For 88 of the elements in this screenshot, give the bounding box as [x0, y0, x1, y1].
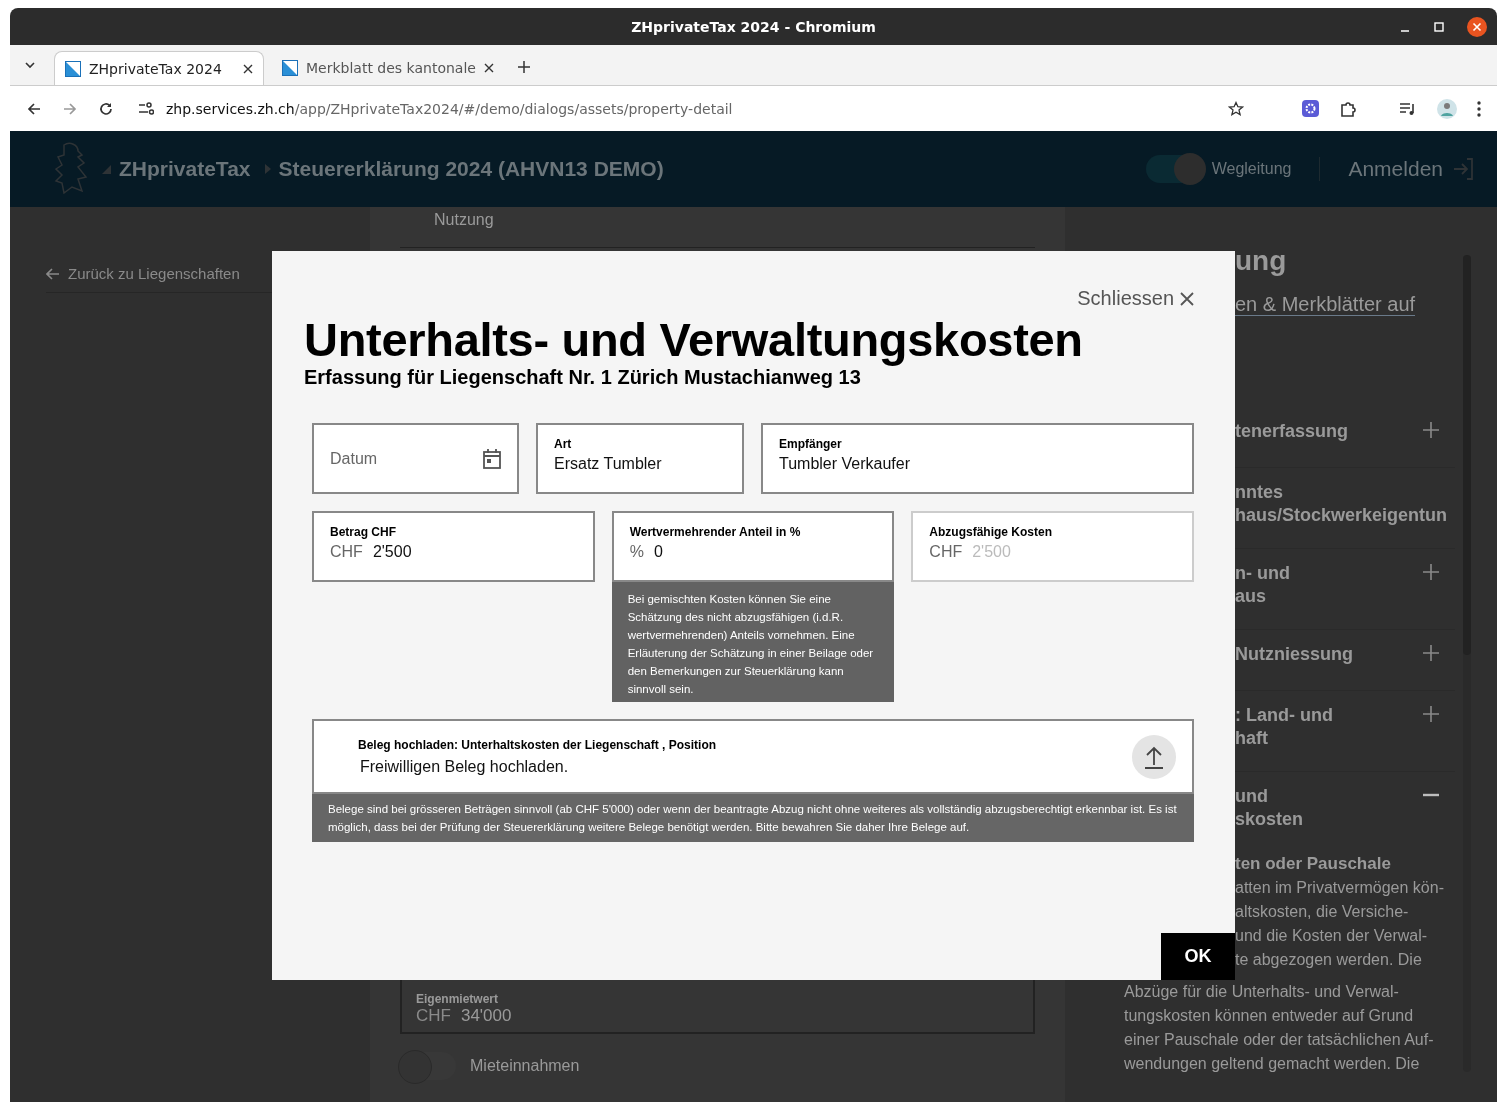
- upload-field[interactable]: Beleg hochladen: Unterhaltskosten der Liegenschaft , Position Freiwilligen Beleg hochladen.: [312, 719, 1194, 794]
- close-icon[interactable]: [483, 63, 494, 73]
- unit-prefix: %: [629, 543, 644, 560]
- tab-title: Merkblatt des kantonale: [306, 60, 476, 76]
- browser-tab[interactable]: Merkblatt des kantonale: [272, 51, 504, 85]
- ok-button[interactable]: OK: [1161, 933, 1235, 980]
- plus-icon[interactable]: [1423, 706, 1439, 722]
- url-path: /app/ZHprivateTax2024/#/demo/dialogs/assets/property-detail: [294, 100, 733, 117]
- back-icon[interactable]: [26, 100, 42, 117]
- favicon-icon: [282, 60, 298, 76]
- accordion-title: und skosten: [1235, 785, 1304, 831]
- avatar-icon[interactable]: [1437, 98, 1457, 119]
- accordion-title: nntes haus/Stockwerkeigentun: [1235, 481, 1448, 527]
- breadcrumb[interactable]: Steuererklärung 2024 (AHVN13 DEMO): [278, 157, 664, 181]
- toggle-label: Wegleitung: [1211, 160, 1292, 178]
- calendar-icon[interactable]: [483, 448, 501, 469]
- field-value: 34'000: [460, 1006, 512, 1025]
- field-label: Beleg hochladen: Unterhaltskosten der Liegenschaft , Position: [358, 737, 717, 752]
- hint-text: Bei gemischten Kosten können Sie eine Schätzung des nicht abzugsfähigen (i.d.R. wertvermehrenden) Anteils vornehmen. Eine Erläuterung der Schätzung in einer Beilage oder den Bemerkungen zur Steuerklärung kann sinnvoll sein.: [611, 582, 895, 702]
- forward-icon[interactable]: [62, 100, 78, 117]
- reload-icon[interactable]: [98, 100, 114, 117]
- caret-icon: [102, 164, 111, 174]
- section-label: Nutzung: [433, 211, 495, 229]
- upload-icon[interactable]: [1132, 734, 1176, 779]
- body-heading: ten oder Pauschale: [1235, 853, 1392, 875]
- accordion-title: Nutzniessung: [1235, 643, 1353, 666]
- url-host: zhp.services.zh.ch: [166, 100, 295, 117]
- address-field[interactable]: zhp.services.zh.ch/app/ZHprivateTax2024/#/demo/dialogs/assets/property-detail: [134, 91, 1258, 126]
- field-value: 2'500: [972, 543, 1011, 560]
- login-link[interactable]: Anmelden: [1348, 157, 1443, 181]
- accordion-item[interactable]: und skosten: [1235, 772, 1455, 852]
- text-fragment: atten im Privatvermögen kön-: [1235, 878, 1445, 898]
- text-fragment: te abgezogen werden. Die: [1235, 950, 1423, 970]
- chevron-down-icon[interactable]: [24, 61, 36, 69]
- field-value: Ersatz Tumbler: [554, 455, 663, 473]
- text-fragment: und die Kosten der Verwal-: [1235, 926, 1429, 946]
- menu-icon[interactable]: [1477, 100, 1481, 117]
- unit-prefix: CHF: [929, 543, 963, 560]
- site-settings-icon[interactable]: [138, 101, 154, 116]
- placeholder: Datum: [330, 449, 378, 468]
- plus-icon[interactable]: [1423, 645, 1439, 661]
- hint-text: Belege sind bei grösseren Beträgen sinnvoll (ab CHF 5'000) oder wenn der beantragte Abzug nicht ohne weiteres als vollständig abzugsberechtigt erkennbar ist. Es ist möglich, dass bei der Prüfung der Steuererklärung weitere Belege benötigt werden. Bitte bewahren Sie daher Ihre Belege auf.: [312, 794, 1194, 842]
- panel-title: ung: [1235, 245, 1288, 278]
- maximize-icon[interactable]: [1433, 21, 1445, 33]
- puzzle-icon[interactable]: [1339, 99, 1357, 118]
- toggle-label: Mieteinnahmen: [470, 1057, 580, 1075]
- favicon-icon: [65, 60, 81, 77]
- date-field[interactable]: Datum: [312, 423, 519, 494]
- accordion-title: tenerfassung: [1235, 420, 1349, 443]
- guide-paragraph: Abzüge für die Unterhalts- und Verwal- tungskosten können entweder auf Grund einer Pauschale oder der tatsächlichen Auf- wendungen geltend gemacht werden. Die: [1124, 982, 1435, 1074]
- extension-icon[interactable]: [1302, 100, 1319, 117]
- arrow-left-icon: [46, 267, 60, 280]
- field-label: Eigenmietwert: [416, 992, 500, 1006]
- text-fragment: altskosten, die Versiche-: [1235, 902, 1410, 922]
- link-text: Zurück zu Liegenschaften: [68, 265, 240, 282]
- new-tab-icon[interactable]: [517, 61, 530, 73]
- star-icon[interactable]: [1228, 100, 1244, 117]
- unit-prefix: CHF: [330, 543, 363, 560]
- input-field[interactable]: Empfänger Tumbler Verkaufer: [761, 423, 1194, 494]
- dialog-title: Unterhalts- und Verwaltungskosten: [304, 314, 1084, 366]
- plus-icon[interactable]: [1423, 564, 1439, 580]
- accordion-title: n- und aus: [1235, 562, 1290, 608]
- chevron-right-icon: [264, 164, 271, 174]
- accordion-title: : Land- und haft: [1235, 704, 1333, 750]
- field-value: Tumbler Verkaufer: [779, 455, 911, 473]
- dialog-subtitle: Erfassung für Liegenschaft Nr. 1 Zürich Mustachianweg 13: [304, 366, 862, 389]
- browser-tab[interactable]: ZHprivateTax 2024: [54, 51, 264, 85]
- amount-field[interactable]: Wertvermehrender Anteil in % % 0: [611, 511, 895, 582]
- close-icon[interactable]: [243, 63, 253, 74]
- plus-icon[interactable]: [1423, 422, 1439, 438]
- close-icon[interactable]: [1467, 17, 1487, 37]
- window-title: ZHprivateTax 2024 - Chromium: [631, 18, 876, 35]
- field-value: 0: [653, 543, 663, 560]
- brand-name[interactable]: ZHprivateTax: [119, 157, 251, 181]
- field-label: Betrag CHF: [330, 525, 397, 539]
- field-label: Empfänger: [779, 437, 843, 451]
- close-button[interactable]: Schliessen: [1077, 287, 1194, 310]
- input-field[interactable]: Art Ersatz Tumbler: [536, 423, 744, 494]
- field-label: Art: [554, 437, 573, 451]
- currency-prefix: CHF: [416, 1006, 451, 1025]
- media-control-icon[interactable]: [1399, 100, 1417, 117]
- close-icon: [1180, 291, 1194, 306]
- field-label: Abzugsfähige Kosten: [929, 525, 1053, 539]
- field-value: Freiwilligen Beleg hochladen.: [359, 757, 570, 776]
- tab-title: ZHprivateTax 2024: [89, 60, 223, 77]
- field-label: Wertvermehrender Anteil in %: [629, 525, 802, 539]
- amount-field[interactable]: Betrag CHF CHF 2'500: [312, 511, 595, 582]
- field-value: 2'500: [372, 543, 412, 560]
